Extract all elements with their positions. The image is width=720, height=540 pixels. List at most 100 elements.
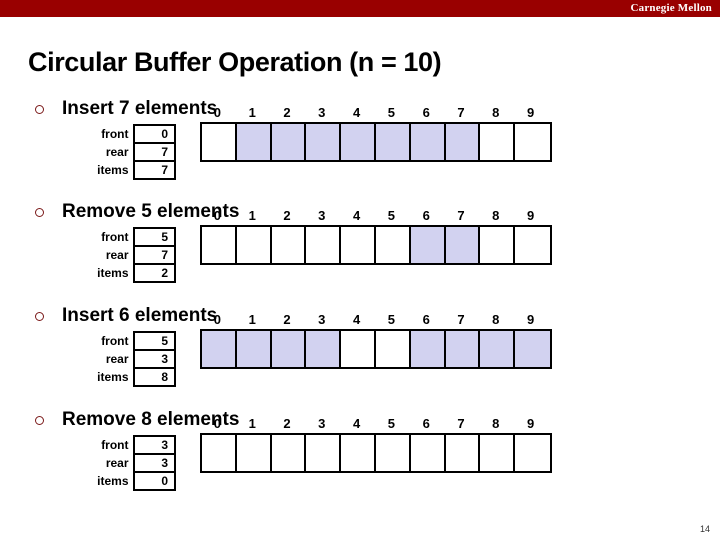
- buffer-cell-empty: [410, 435, 446, 471]
- state-label-items: items: [97, 266, 129, 280]
- state-value-front: 5: [132, 227, 177, 247]
- buffer-index-label: 8: [492, 312, 500, 327]
- buffer-cell-filled: [515, 331, 550, 367]
- buffer-index-label: 3: [318, 105, 326, 120]
- buffer-index-label: 1: [248, 416, 256, 431]
- buffer-cells-row: [200, 225, 552, 265]
- buffer-index-label: 9: [526, 105, 535, 120]
- buffer-index-label: 7: [457, 105, 465, 120]
- buffer-cell-empty: [306, 435, 342, 471]
- page-title: Circular Buffer Operation (n = 10): [28, 47, 442, 77]
- buffer-state-table: front 0 rear 7 items 7: [80, 124, 177, 180]
- buffer-index-label: 6: [422, 105, 430, 120]
- buffer-cell-empty: [480, 435, 516, 471]
- buffer-cell-empty: [341, 435, 376, 471]
- buffer-cell-filled: [445, 124, 481, 160]
- buffer-cells-row: [200, 122, 552, 162]
- state-value-items: 7: [132, 160, 177, 180]
- state-value-items: 2: [132, 263, 177, 283]
- buffer-cell-filled: [236, 331, 272, 367]
- buffer-index-row: 0 1 2 3 4 5 6 7 8 9: [200, 207, 552, 225]
- buffer-index-label: 5: [387, 312, 395, 327]
- state-row-rear: rear 7: [80, 142, 177, 162]
- state-value-front: 5: [132, 331, 177, 351]
- buffer-index-label: 9: [526, 312, 535, 327]
- buffer-cell-empty: [271, 227, 307, 263]
- buffer-index-label: 0: [213, 208, 222, 223]
- buffer-index-label: 4: [352, 208, 361, 223]
- buffer-cells-row: [200, 433, 552, 473]
- buffer-cell-empty: [515, 435, 550, 471]
- buffer-index-label: 6: [422, 312, 430, 327]
- buffer-index-label: 9: [526, 416, 535, 431]
- circular-buffer: 0 1 2 3 4 5 6 7 8 9: [200, 311, 552, 369]
- buffer-index-label: 1: [248, 105, 256, 120]
- buffer-cell-empty: [236, 435, 272, 471]
- circular-buffer: 0 1 2 3 4 5 6 7 8 9: [200, 207, 552, 265]
- buffer-index-label: 2: [283, 208, 291, 223]
- buffer-index-label: 4: [352, 312, 361, 327]
- buffer-cells-row: [200, 329, 552, 369]
- buffer-cell-filled: [410, 124, 446, 160]
- buffer-index-label: 1: [248, 312, 256, 327]
- bullet-circle-icon: [35, 312, 44, 321]
- state-row-front: front 0: [80, 124, 177, 144]
- brand-label: Carnegie Mellon: [630, 2, 712, 14]
- bullet-circle-icon: [35, 105, 44, 114]
- state-label-items: items: [97, 370, 129, 384]
- buffer-cell-empty: [480, 227, 516, 263]
- buffer-cell-empty: [341, 227, 376, 263]
- bullet-circle-icon: [35, 208, 44, 217]
- state-label-front: front: [101, 230, 129, 244]
- buffer-cell-filled: [306, 331, 342, 367]
- buffer-cell-filled: [410, 227, 446, 263]
- state-label-front: front: [101, 127, 129, 141]
- buffer-index-label: 7: [457, 416, 465, 431]
- buffer-index-label: 4: [352, 105, 361, 120]
- section-heading: Insert 6 elements: [62, 305, 218, 326]
- state-label-front: front: [101, 438, 129, 452]
- buffer-cell-empty: [236, 227, 272, 263]
- buffer-cell-empty: [202, 227, 237, 263]
- state-row-front: front 3: [80, 435, 177, 455]
- buffer-state-table: front 5 rear 7 items 2: [80, 227, 177, 283]
- buffer-cell-empty: [515, 124, 550, 160]
- state-row-rear: rear 3: [80, 453, 177, 473]
- buffer-cell-filled: [236, 124, 272, 160]
- buffer-cell-filled: [375, 124, 411, 160]
- buffer-cell-filled: [445, 227, 481, 263]
- buffer-index-label: 5: [387, 416, 395, 431]
- state-row-items: items 2: [80, 263, 177, 283]
- buffer-index-row: 0 1 2 3 4 5 6 7 8 9: [200, 104, 552, 122]
- state-value-items: 8: [132, 367, 177, 387]
- section-heading: Insert 7 elements: [62, 98, 218, 119]
- buffer-index-row: 0 1 2 3 4 5 6 7 8 9: [200, 311, 552, 329]
- state-row-items: items 7: [80, 160, 177, 180]
- buffer-cell-empty: [375, 331, 411, 367]
- buffer-cell-empty: [480, 124, 516, 160]
- buffer-index-label: 5: [387, 105, 395, 120]
- state-value-rear: 3: [132, 349, 177, 369]
- buffer-state-table: front 3 rear 3 items 0: [80, 435, 177, 491]
- state-label-items: items: [97, 163, 129, 177]
- buffer-index-label: 8: [492, 105, 500, 120]
- buffer-cell-empty: [341, 331, 376, 367]
- buffer-index-label: 2: [283, 416, 291, 431]
- buffer-index-label: 2: [283, 105, 291, 120]
- state-row-front: front 5: [80, 227, 177, 247]
- buffer-index-label: 8: [492, 208, 500, 223]
- buffer-cell-filled: [306, 124, 342, 160]
- buffer-cell-empty: [306, 227, 342, 263]
- state-row-rear: rear 3: [80, 349, 177, 369]
- buffer-cell-empty: [375, 227, 411, 263]
- state-value-front: 0: [132, 124, 177, 144]
- state-label-rear: rear: [105, 456, 129, 470]
- buffer-index-label: 2: [283, 312, 291, 327]
- buffer-cell-filled: [410, 331, 446, 367]
- buffer-index-label: 8: [492, 416, 500, 431]
- state-row-items: items 8: [80, 367, 177, 387]
- buffer-cell-empty: [375, 435, 411, 471]
- buffer-cell-filled: [271, 124, 307, 160]
- buffer-cell-empty: [515, 227, 550, 263]
- buffer-cell-empty: [445, 435, 481, 471]
